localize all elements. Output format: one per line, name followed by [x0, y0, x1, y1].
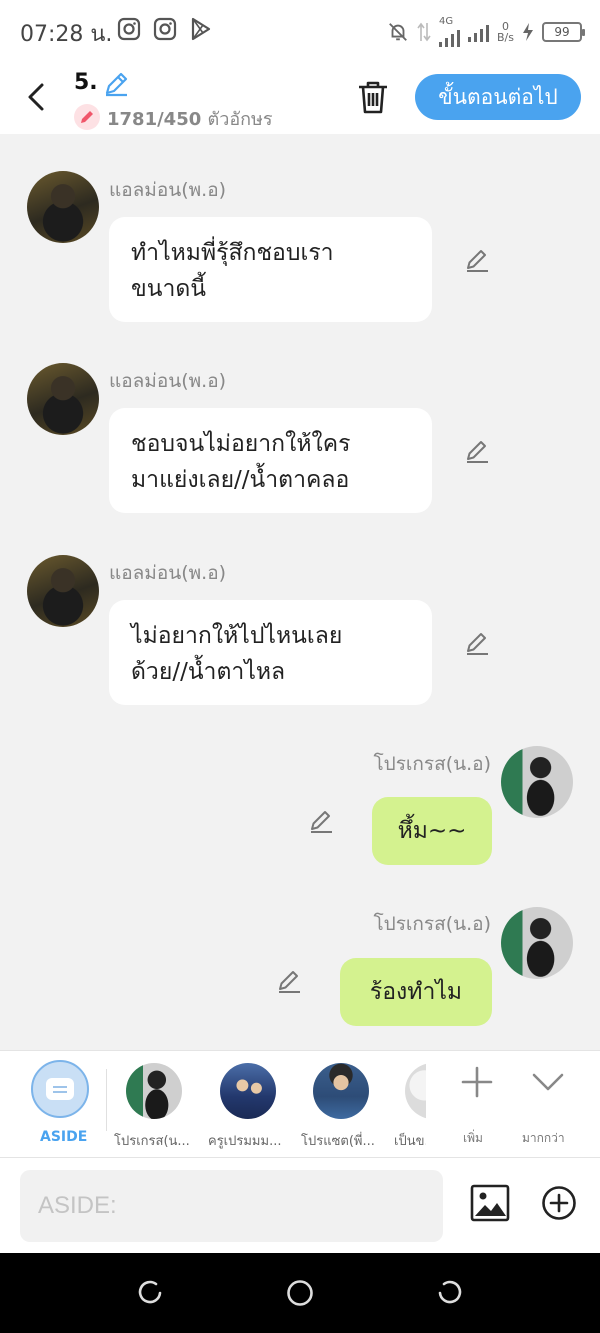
network-type: 4G: [439, 16, 454, 27]
edit-message-icon[interactable]: [307, 808, 335, 836]
message-sender: แอลม่อน(พ.อ): [109, 179, 227, 201]
trash-icon[interactable]: [356, 79, 390, 115]
add-circle-icon[interactable]: [541, 1185, 577, 1221]
next-step-label: ขั้นตอนต่อไป: [438, 84, 558, 109]
char-count: 1781/450 ตัวอักษร: [107, 104, 273, 133]
character-name: โปรแซต(พี่...: [301, 1134, 375, 1149]
character-avatar-partial[interactable]: [405, 1063, 426, 1119]
next-step-button[interactable]: ขั้นตอนต่อไป: [415, 74, 581, 120]
status-bar: 07:28 น. 4G 0 B/s 99: [0, 0, 600, 62]
edit-message-icon[interactable]: [463, 438, 491, 466]
message-sender: แอลม่อน(พ.อ): [109, 370, 227, 392]
edit-message-icon[interactable]: [275, 968, 303, 996]
char-count-unit: ตัวอักษร: [207, 109, 273, 130]
message-sender: โปรเกรส(น.อ): [373, 753, 491, 775]
aside-button[interactable]: [31, 1060, 89, 1118]
char-count-value: 1781/450: [107, 109, 202, 130]
message-input[interactable]: [20, 1170, 443, 1242]
character-name: เป็นข...: [394, 1134, 426, 1149]
message-bubble[interactable]: ทำไหมพี่รุ้สึกชอบเรา ขนาดนี้: [109, 217, 432, 322]
battery-level: 99: [554, 24, 570, 39]
avatar-lemon[interactable]: [27, 171, 99, 243]
back-icon[interactable]: [22, 80, 52, 114]
status-right: 4G 0 B/s 99: [387, 16, 585, 47]
signal-icon: [439, 27, 461, 47]
recent-apps-icon[interactable]: [136, 1279, 164, 1307]
avatar-progress[interactable]: [501, 907, 573, 979]
message-bubble-mine[interactable]: หึ้ม~~: [372, 797, 492, 865]
avatar-lemon[interactable]: [27, 555, 99, 627]
home-icon[interactable]: [286, 1279, 314, 1307]
net-speed-value: 0: [502, 19, 509, 33]
play-store-icon: [191, 17, 211, 41]
editor-header: 5. 1781/450 ตัวอักษร ขั้นตอนต่อไป: [0, 62, 600, 134]
character-avatar[interactable]: [126, 1063, 182, 1119]
message-bubble[interactable]: ชอบจนไม่อยากให้ใคร มาแย่งเลย//น้ำตาคลอ: [109, 408, 432, 513]
character-avatar[interactable]: [313, 1063, 369, 1119]
instagram-icon: [117, 17, 141, 41]
aside-bubble-icon: [46, 1078, 74, 1100]
net-speed-unit: B/s: [497, 30, 514, 44]
battery-icon: 99: [542, 21, 585, 42]
status-time: 07:28 น.: [20, 22, 113, 47]
character-avatar[interactable]: [220, 1063, 276, 1119]
input-bar: [0, 1158, 600, 1253]
system-nav-bar: [0, 1253, 600, 1333]
mute-bell-icon: [389, 22, 407, 41]
plus-icon[interactable]: [460, 1065, 494, 1099]
edit-title-pencil-icon[interactable]: [103, 71, 129, 97]
more-label[interactable]: มากกว่า: [522, 1129, 565, 1148]
char-count-badge: [74, 104, 100, 130]
message-sender: แอลม่อน(พ.อ): [109, 562, 227, 584]
aside-label: ASIDE: [40, 1129, 88, 1145]
character-selector: ASIDE โปรเกรส(น... ครูเปรมมม... โปรแซต(พ…: [0, 1050, 600, 1158]
signal-icon-2: [468, 22, 490, 42]
back-nav-icon[interactable]: [436, 1279, 464, 1307]
message-bubble[interactable]: ไม่อยากให้ไปไหนเลย ด้วย//น้ำตาไหล: [109, 600, 432, 705]
add-character-label[interactable]: เพิ่ม: [463, 1129, 483, 1148]
pencil-badge-icon: [81, 111, 93, 123]
character-name: โปรเกรส(น...: [114, 1134, 190, 1149]
chevron-down-icon[interactable]: [531, 1065, 565, 1099]
character-name: ครูเปรมมม...: [208, 1134, 282, 1149]
divider: [106, 1069, 107, 1131]
chat-area[interactable]: แอลม่อน(พ.อ) ทำไหมพี่รุ้สึกชอบเรา ขนาดนี…: [0, 134, 600, 1050]
edit-message-icon[interactable]: [463, 247, 491, 275]
data-arrows-icon: [417, 22, 431, 41]
episode-title[interactable]: 5.: [74, 70, 98, 95]
charging-icon: [523, 22, 533, 41]
avatar-progress[interactable]: [501, 746, 573, 818]
message-sender: โปรเกรส(น.อ): [373, 913, 491, 935]
instagram-icon: [153, 17, 177, 41]
image-icon[interactable]: [470, 1184, 510, 1222]
avatar-lemon[interactable]: [27, 363, 99, 435]
edit-message-icon[interactable]: [463, 630, 491, 658]
message-bubble-mine[interactable]: ร้องทำไม: [340, 958, 492, 1026]
